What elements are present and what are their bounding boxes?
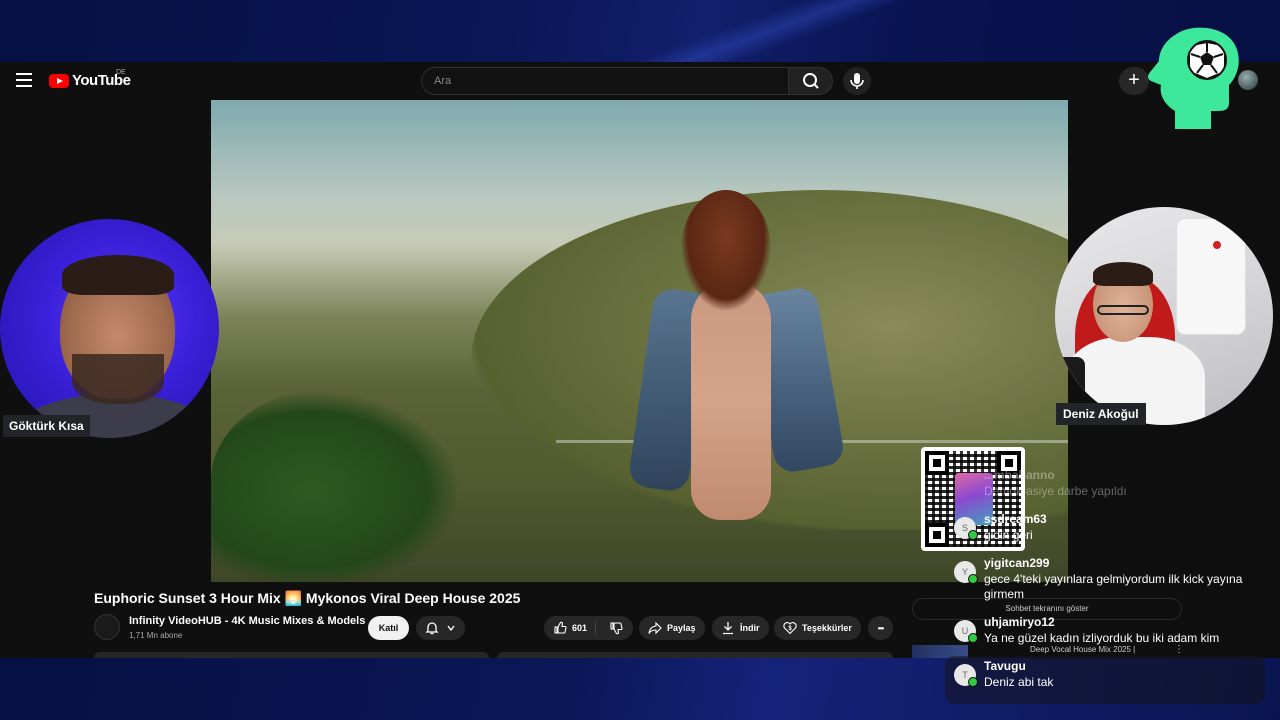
dislike-button[interactable] xyxy=(601,621,631,635)
download-label: İndir xyxy=(740,623,760,633)
chat-text: Ya ne güzel kadın izliyorduk bu iki adam… xyxy=(984,631,1220,645)
like-dislike-group: 601 xyxy=(544,616,633,640)
webcam-right-jersey xyxy=(1177,219,1245,334)
search-input[interactable] xyxy=(422,68,788,94)
share-button[interactable]: Paylaş xyxy=(639,616,705,640)
bell-icon xyxy=(425,622,439,635)
webcam-right-glasses xyxy=(1097,305,1149,315)
thanks-button[interactable]: $ Teşekkürler xyxy=(774,616,861,640)
kick-badge-icon xyxy=(968,530,978,540)
qr-corner xyxy=(925,451,949,475)
download-icon xyxy=(723,622,733,635)
more-actions-button[interactable]: ••• xyxy=(868,616,893,640)
youtube-play-icon xyxy=(49,73,69,88)
kick-badge-icon xyxy=(968,633,978,643)
chat-username: Tavugu xyxy=(984,659,1026,673)
recommended-more-icon[interactable]: ⋮ xyxy=(1174,644,1184,655)
share-icon xyxy=(648,621,662,635)
webcam-right xyxy=(1055,207,1273,425)
chat-username: ssdream63 xyxy=(984,512,1047,526)
webcam-left xyxy=(0,219,219,438)
mic-icon xyxy=(850,73,864,89)
brain-soccer-logo xyxy=(1148,27,1239,130)
video-title: Euphoric Sunset 3 Hour Mix 🌅 Mykonos Vir… xyxy=(94,590,521,606)
chat-text: Demokrasiye darbe yapıldı xyxy=(984,484,1127,498)
share-label: Paylaş xyxy=(667,623,696,633)
kick-badge-icon xyxy=(968,574,978,584)
search-box xyxy=(421,67,789,95)
streamer-name-right: Deniz Akoğul xyxy=(1056,403,1146,425)
thumbs-down-icon xyxy=(610,622,623,635)
kick-badge-icon xyxy=(968,677,978,687)
chat-text: gidin geri xyxy=(984,528,1033,542)
like-count: 601 xyxy=(572,623,588,633)
join-button[interactable]: Katıl xyxy=(368,616,409,640)
stream-frame-streak xyxy=(600,0,940,62)
webcam-right-hair xyxy=(1093,262,1153,286)
thumbs-up-icon xyxy=(554,621,567,634)
search-icon xyxy=(803,73,819,89)
video-person xyxy=(691,280,771,520)
plus-icon: + xyxy=(1128,69,1140,91)
youtube-logo[interactable]: YouTube DE xyxy=(49,69,131,89)
like-button[interactable]: 601 xyxy=(544,621,597,635)
youtube-topbar: YouTube DE + xyxy=(0,62,1280,100)
recommended-video-title[interactable]: Deep Vocal House Mix 2025 | xyxy=(1030,645,1135,654)
menu-icon[interactable] xyxy=(16,73,32,87)
streamer-name-left: Göktürk Kısa xyxy=(3,415,90,437)
qr-corner xyxy=(925,523,949,547)
chat-username: uhjamiryo12 xyxy=(984,615,1055,629)
chat-username: ...mbabanno xyxy=(984,468,1055,482)
more-icon: ••• xyxy=(877,623,884,633)
subscriber-count: 1,71 Mn abone xyxy=(129,631,183,640)
video-figure xyxy=(611,190,871,582)
thanks-label: Teşekkürler xyxy=(802,623,852,633)
channel-name[interactable]: Infinity VideoHUB - 4K Music Mixes & Mod… xyxy=(129,615,365,627)
channel-avatar[interactable] xyxy=(94,614,120,640)
webcam-left-beard xyxy=(72,354,164,404)
youtube-region: DE xyxy=(116,69,126,76)
video-tree xyxy=(211,390,461,582)
webcam-left-hair xyxy=(62,255,174,295)
download-button[interactable]: İndir xyxy=(712,616,769,640)
subscribe-bell-button[interactable] xyxy=(416,616,465,640)
chat-text: gece 4'teki yayınlara gelmiyordum ilk ki… xyxy=(984,572,1243,601)
voice-search-button[interactable] xyxy=(843,67,871,95)
chat-username: yigitcan299 xyxy=(984,556,1050,570)
search-button[interactable] xyxy=(789,67,833,95)
thanks-icon: $ xyxy=(783,622,797,635)
video-hair xyxy=(681,190,771,310)
chevron-down-icon xyxy=(447,625,455,632)
chat-text: Deniz abi tak xyxy=(984,675,1054,689)
